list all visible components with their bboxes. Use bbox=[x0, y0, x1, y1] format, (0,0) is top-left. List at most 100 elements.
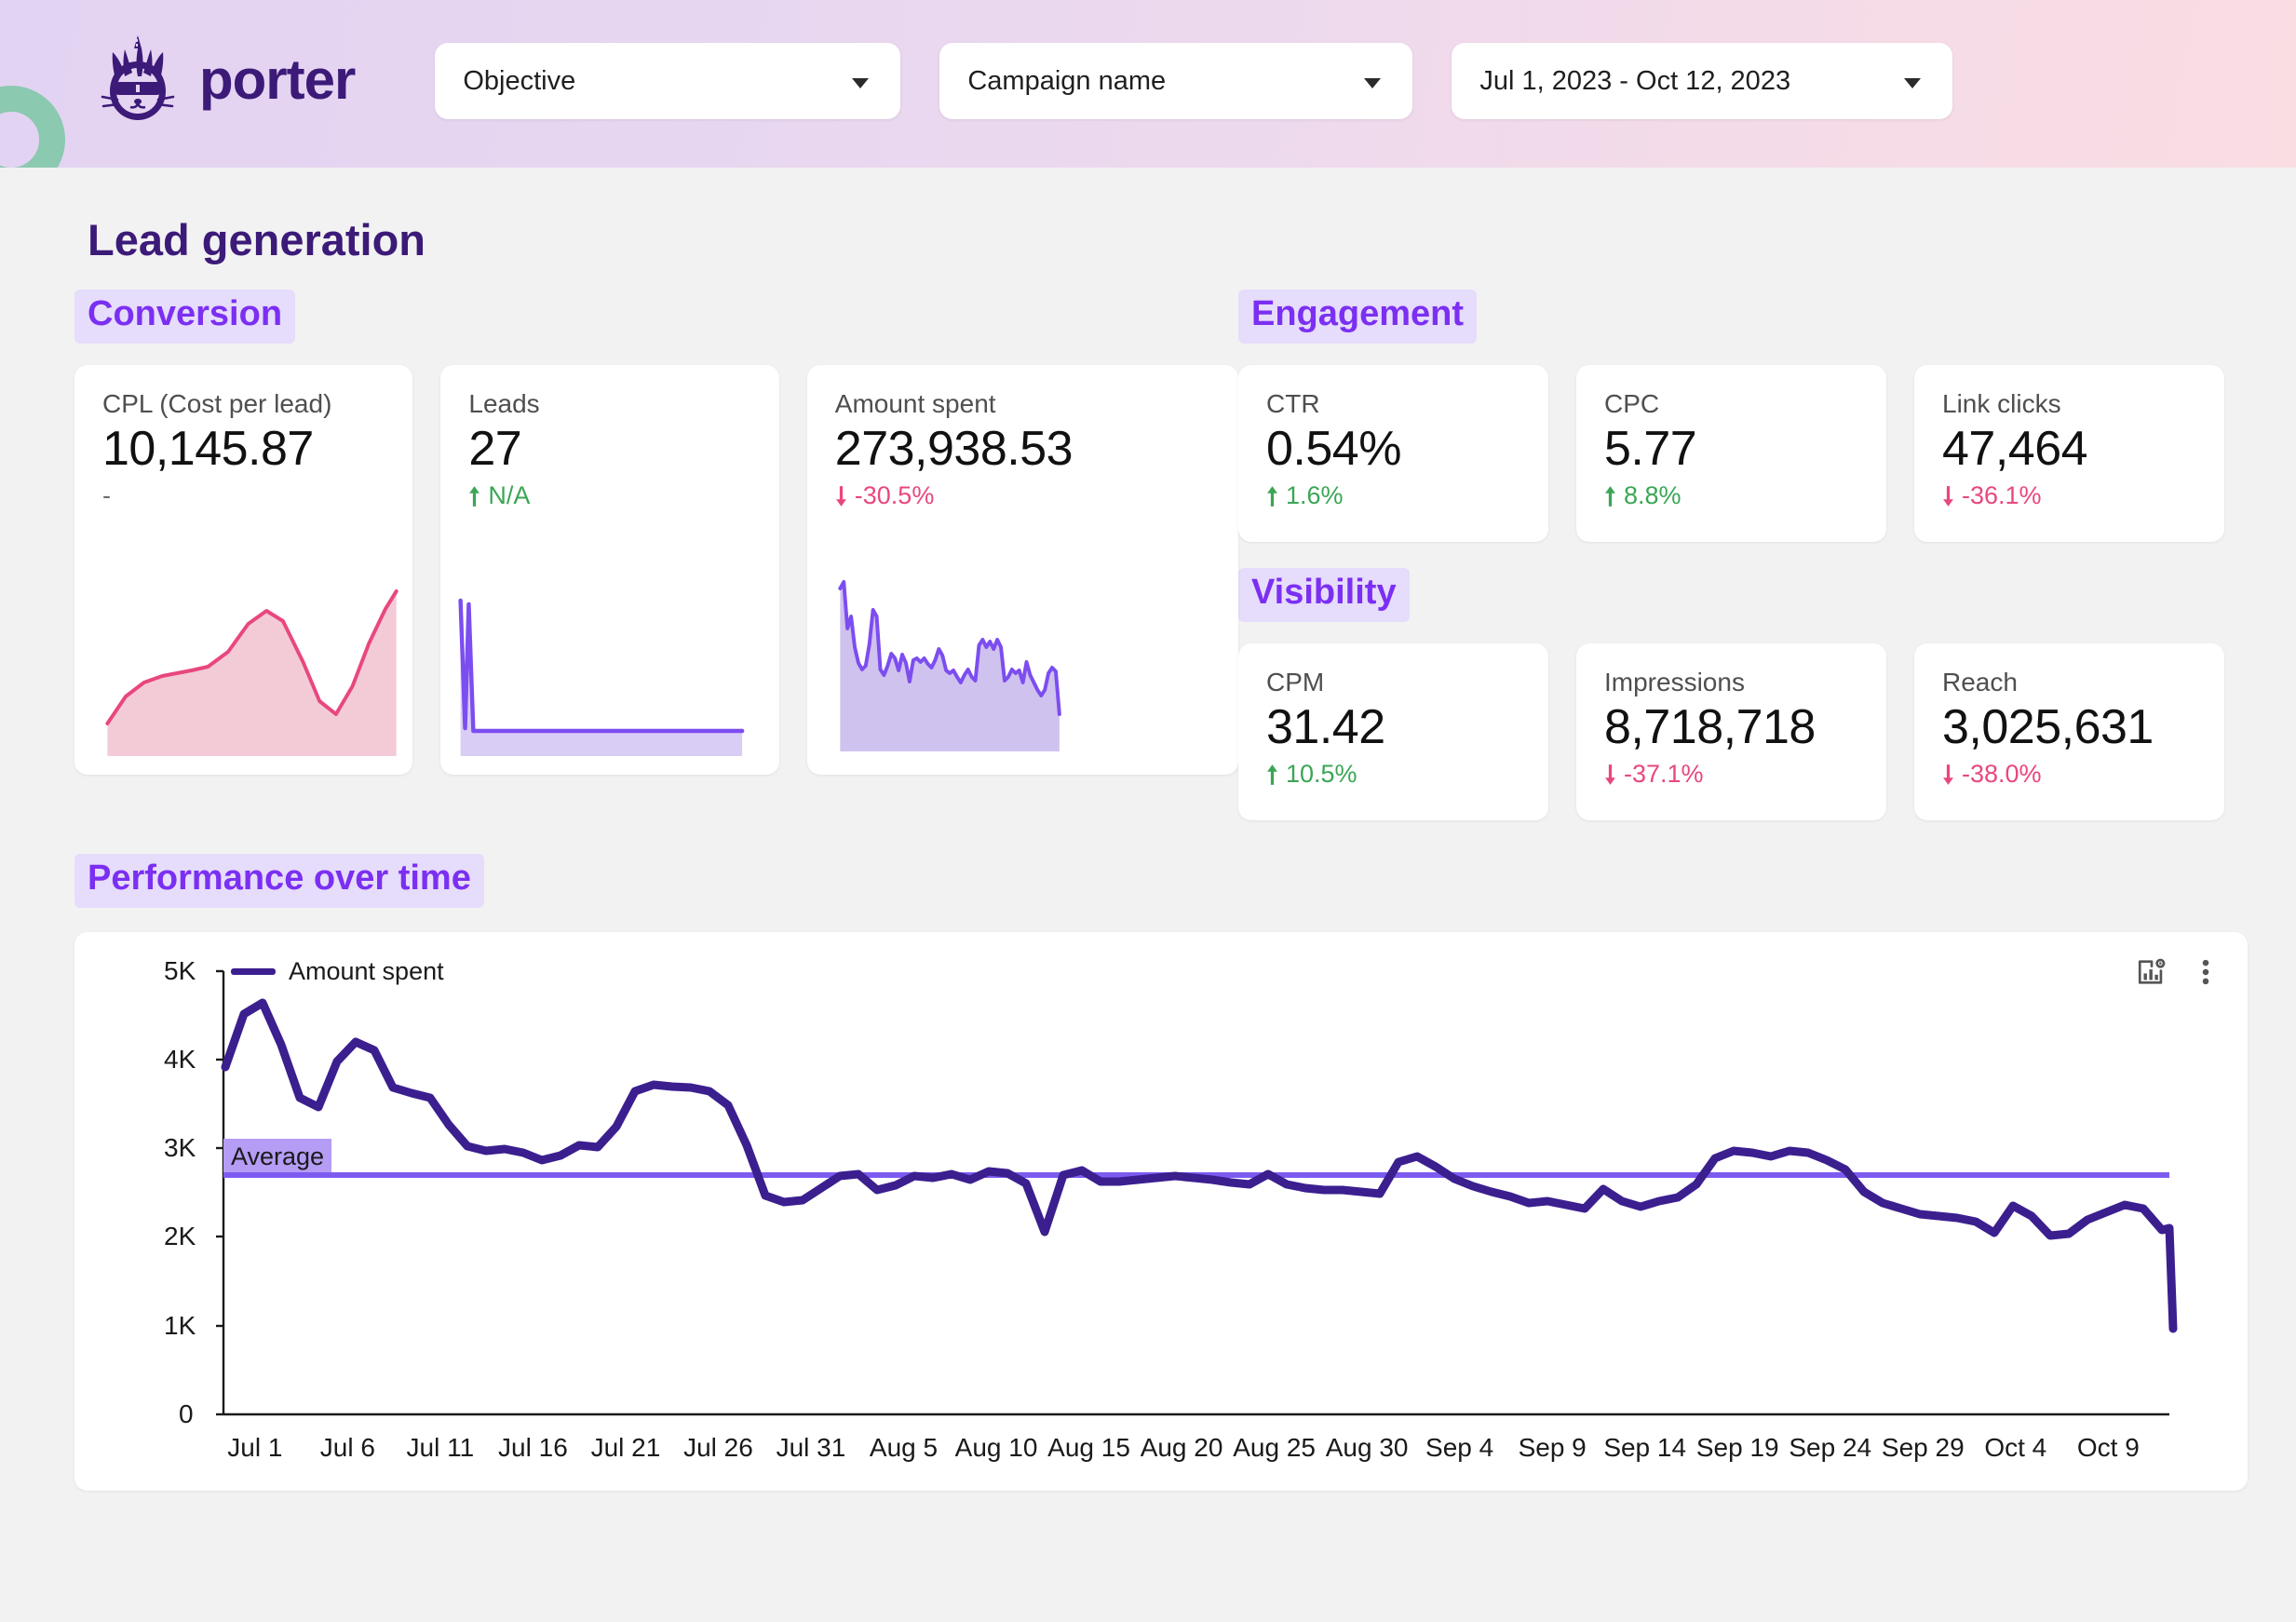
x-tick-label: Aug 30 bbox=[1325, 1432, 1409, 1462]
metric-delta: 10.5% bbox=[1266, 760, 1520, 789]
x-tick-label: Sep 19 bbox=[1695, 1432, 1779, 1462]
arrow-down-icon bbox=[1943, 485, 1953, 507]
arrow-down-icon bbox=[1605, 764, 1615, 785]
conversion-cards-row: CPL (Cost per lead) 10,145.87 - Leads 27 bbox=[74, 364, 1238, 775]
y-tick-label: 0 bbox=[179, 1399, 194, 1428]
metric-value: 273,938.53 bbox=[834, 421, 1074, 476]
engagement-visibility-column: Engagement CTR 0.54% 1.6% CPC 5.77 8.8% … bbox=[1238, 265, 2225, 820]
metrics-columns: Conversion CPL (Cost per lead) 10,145.87… bbox=[0, 265, 2296, 820]
dashboard-body: Lead generation Conversion CPL (Cost per… bbox=[0, 214, 2296, 1491]
x-tick-label: Sep 9 bbox=[1518, 1432, 1587, 1462]
x-tick-label: Aug 25 bbox=[1233, 1432, 1316, 1462]
metric-label: CPM bbox=[1266, 667, 1325, 696]
x-tick-label: Jul 26 bbox=[683, 1432, 753, 1462]
metric-value: 0.54% bbox=[1266, 421, 1401, 476]
performance-chart-card: Amount spent Average 5K 4K 3K 2K 1K 0 Ju… bbox=[74, 931, 2248, 1491]
metric-delta-value: -36.1% bbox=[1962, 481, 2042, 510]
y-tick-label: 3K bbox=[164, 1132, 196, 1162]
x-tick-label: Oct 9 bbox=[2076, 1432, 2140, 1462]
page-title: Lead generation bbox=[88, 215, 426, 264]
metric-card-leads[interactable]: Leads 27 N/A bbox=[440, 364, 779, 775]
metric-delta-value: 1.6% bbox=[1286, 481, 1344, 510]
x-tick-label: Jul 31 bbox=[776, 1432, 846, 1462]
app-header: porter Objective Campaign name Jul 1, 20… bbox=[0, 0, 2296, 168]
x-tick-label: Jul 1 bbox=[227, 1432, 283, 1462]
x-tick-label: Oct 4 bbox=[1984, 1432, 2047, 1462]
metric-card-amount-spent[interactable]: Amount spent 273,938.53 -30.5% bbox=[806, 364, 1238, 775]
metric-delta: N/A bbox=[468, 481, 750, 510]
header-filters: Objective Campaign name Jul 1, 2023 - Oc… bbox=[435, 43, 1953, 119]
metric-card-impressions[interactable]: Impressions 8,718,718 -37.1% bbox=[1576, 642, 1886, 820]
amount-spent-sparkline bbox=[838, 579, 1061, 751]
brand-name: porter bbox=[199, 48, 356, 111]
metric-value: 47,464 bbox=[1942, 421, 2088, 476]
arrow-down-icon bbox=[1943, 764, 1953, 785]
metric-delta: 8.8% bbox=[1604, 481, 1858, 510]
metric-delta: -37.1% bbox=[1604, 760, 1858, 789]
x-tick-label: Sep 14 bbox=[1603, 1432, 1687, 1462]
campaign-name-dropdown-label: Campaign name bbox=[967, 65, 1167, 96]
x-tick-label: Aug 20 bbox=[1140, 1432, 1223, 1462]
leads-sparkline bbox=[458, 598, 745, 756]
metric-value: 8,718,718 bbox=[1604, 699, 1816, 754]
x-tick-label: Aug 15 bbox=[1047, 1432, 1130, 1462]
metric-card-reach[interactable]: Reach 3,025,631 -38.0% bbox=[1914, 642, 2224, 820]
x-tick-label: Sep 4 bbox=[1425, 1432, 1494, 1462]
metric-label: CTR bbox=[1266, 388, 1320, 418]
objective-dropdown[interactable]: Objective bbox=[435, 43, 901, 119]
metric-delta-value: -30.5% bbox=[854, 481, 935, 510]
y-tick-label: 4K bbox=[164, 1044, 196, 1074]
metric-delta-value: 10.5% bbox=[1286, 760, 1357, 789]
cpl-sparkline bbox=[105, 588, 398, 756]
date-range-dropdown-label: Jul 1, 2023 - Oct 12, 2023 bbox=[1479, 65, 1791, 96]
metric-delta-value: -37.1% bbox=[1624, 760, 1704, 789]
engagement-cards-row: CTR 0.54% 1.6% CPC 5.77 8.8% Link clicks… bbox=[1238, 364, 2225, 542]
y-tick-labels: 5K 4K 3K 2K 1K 0 bbox=[74, 932, 2248, 1491]
metric-label: Reach bbox=[1942, 667, 2018, 696]
x-tick-label: Jul 6 bbox=[319, 1432, 375, 1462]
arrow-up-icon bbox=[1605, 485, 1615, 507]
campaign-name-dropdown[interactable]: Campaign name bbox=[939, 43, 1413, 119]
metric-label: CPL (Cost per lead) bbox=[102, 388, 332, 418]
x-tick-label: Aug 10 bbox=[954, 1432, 1038, 1462]
x-tick-labels: Jul 1 Jul 6 Jul 11 Jul 16 Jul 21 Jul 26 Jul 31… bbox=[223, 1433, 2169, 1476]
x-tick-label: Aug 5 bbox=[869, 1432, 939, 1462]
arrow-down-icon bbox=[835, 485, 846, 507]
brand-logo[interactable]: porter bbox=[93, 34, 356, 127]
metric-value: 10,145.87 bbox=[102, 421, 314, 476]
chevron-down-icon bbox=[1364, 78, 1382, 88]
metric-card-cpl[interactable]: CPL (Cost per lead) 10,145.87 - bbox=[74, 364, 413, 775]
chevron-down-icon bbox=[852, 78, 870, 88]
metric-card-cpc[interactable]: CPC 5.77 8.8% bbox=[1576, 364, 1886, 542]
metric-delta-value: -38.0% bbox=[1962, 760, 2042, 789]
section-header-performance: Performance over time bbox=[74, 853, 484, 908]
decorative-ring bbox=[0, 86, 65, 168]
x-tick-label: Jul 16 bbox=[498, 1432, 568, 1462]
metric-label: Impressions bbox=[1604, 667, 1745, 696]
metric-card-link-clicks[interactable]: Link clicks 47,464 -36.1% bbox=[1914, 364, 2224, 542]
metric-value: 5.77 bbox=[1604, 421, 1697, 476]
y-tick-label: 5K bbox=[164, 955, 196, 985]
section-header-visibility: Visibility bbox=[1238, 567, 1410, 622]
date-range-dropdown[interactable]: Jul 1, 2023 - Oct 12, 2023 bbox=[1452, 43, 1953, 119]
x-tick-label: Jul 11 bbox=[406, 1432, 475, 1462]
metric-delta-value: 8.8% bbox=[1624, 481, 1681, 510]
metric-value: 3,025,631 bbox=[1942, 699, 2154, 754]
y-tick-label: 1K bbox=[164, 1310, 196, 1340]
conversion-column: Conversion CPL (Cost per lead) 10,145.87… bbox=[0, 265, 1238, 775]
metric-label: Amount spent bbox=[834, 388, 996, 418]
metric-delta: -38.0% bbox=[1942, 760, 2196, 789]
metric-delta-value: N/A bbox=[488, 481, 531, 510]
arrow-up-icon bbox=[469, 485, 480, 507]
section-header-engagement: Engagement bbox=[1238, 290, 1478, 344]
objective-dropdown-label: Objective bbox=[463, 65, 576, 96]
metric-card-ctr[interactable]: CTR 0.54% 1.6% bbox=[1238, 364, 1548, 542]
metric-card-cpm[interactable]: CPM 31.42 10.5% bbox=[1238, 642, 1548, 820]
metric-value: 31.42 bbox=[1266, 699, 1385, 754]
arrow-up-icon bbox=[1267, 485, 1277, 507]
x-tick-label: Jul 21 bbox=[590, 1432, 661, 1462]
metric-value: 27 bbox=[468, 421, 522, 476]
metric-delta: -30.5% bbox=[835, 481, 1210, 510]
x-tick-label: Sep 29 bbox=[1881, 1432, 1965, 1462]
metric-label: Leads bbox=[468, 388, 540, 418]
